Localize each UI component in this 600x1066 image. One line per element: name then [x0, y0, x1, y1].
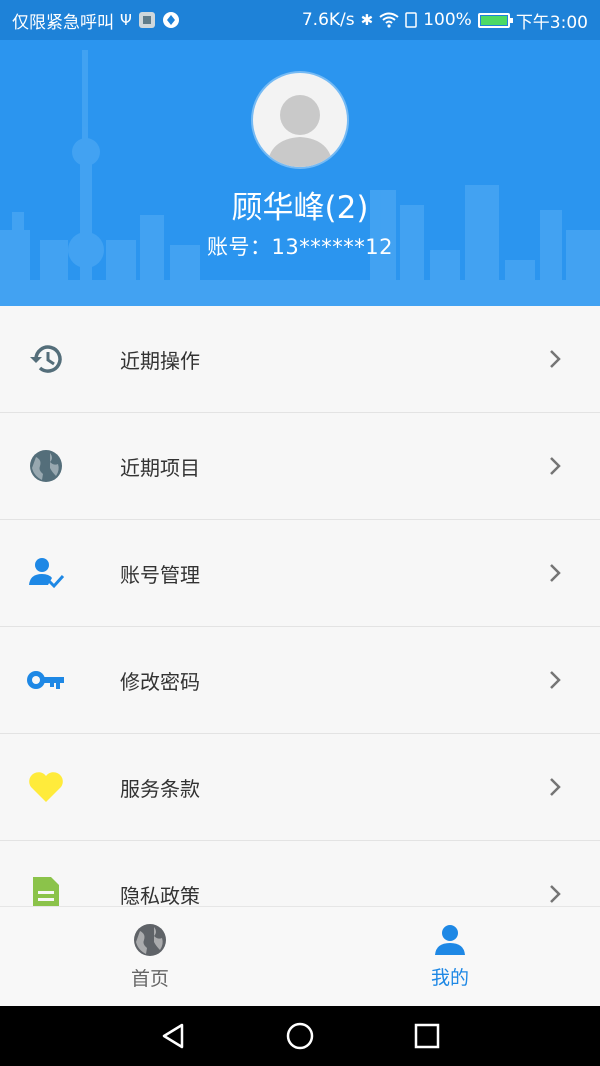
app-notification-icon	[138, 11, 156, 29]
clock: 下午3:00	[515, 12, 588, 33]
menu-item-recent-operations[interactable]: 近期操作	[0, 306, 600, 413]
sync-icon	[162, 11, 180, 29]
profile-header: 顾华峰(2) 账号：13******12	[0, 40, 600, 306]
chevron-right-icon	[550, 457, 561, 475]
menu-list: 近期操作 近期项目 账号管理 修改密码 服务条款 隐私政策	[0, 306, 600, 906]
home-button[interactable]	[280, 1016, 320, 1056]
chevron-right-icon	[550, 778, 561, 796]
status-bar: 仅限紧急呼叫 Ψ 7.6K/s ✱ 100% 下午3:00	[0, 0, 600, 40]
chevron-right-icon	[550, 885, 561, 903]
menu-label-privacy-policy: 隐私政策	[120, 883, 200, 907]
carrier-text: 仅限紧急呼叫	[12, 12, 114, 33]
status-left: 仅限紧急呼叫 Ψ	[12, 8, 180, 33]
menu-item-privacy-policy[interactable]: 隐私政策	[0, 841, 600, 906]
menu-label-account-management: 账号管理	[120, 562, 200, 587]
avatar[interactable]	[253, 73, 347, 167]
status-right: 7.6K/s ✱ 100% 下午3:00	[302, 8, 588, 33]
home-circle-icon	[286, 1022, 314, 1050]
recents-square-icon	[414, 1023, 439, 1049]
menu-item-terms-of-service[interactable]: 服务条款	[0, 734, 600, 841]
wifi-icon	[379, 12, 399, 28]
battery-icon	[477, 12, 513, 28]
network-speed: 7.6K/s	[301, 10, 355, 30]
chevron-right-icon	[550, 350, 561, 368]
menu-label-recent-projects: 近期项目	[120, 455, 200, 480]
chevron-right-icon	[550, 671, 561, 689]
profile-account: 账号：13******12	[207, 235, 393, 259]
tab-mine-label: 我的	[430, 967, 469, 989]
bluetooth-icon: ✱	[360, 11, 374, 29]
sim-icon	[405, 12, 417, 28]
globe-icon	[26, 446, 66, 486]
menu-label-change-password: 修改密码	[120, 669, 200, 694]
menu-label-terms-of-service: 服务条款	[120, 776, 200, 801]
bottom-nav: 首页 我的	[0, 906, 600, 1006]
globe-icon	[134, 924, 166, 956]
key-icon	[26, 660, 66, 700]
menu-item-change-password[interactable]: 修改密码	[0, 627, 600, 734]
chevron-right-icon	[550, 564, 561, 582]
user-check-icon	[26, 553, 66, 593]
document-icon	[26, 874, 66, 906]
battery-percent: 100%	[423, 10, 472, 30]
tab-home[interactable]: 首页	[0, 907, 300, 1006]
back-button[interactable]	[153, 1016, 193, 1056]
usb-icon: Ψ	[120, 11, 132, 29]
person-icon	[435, 925, 465, 955]
tab-mine[interactable]: 我的	[300, 907, 600, 1006]
recents-button[interactable]	[407, 1016, 447, 1056]
tab-home-label: 首页	[130, 968, 169, 990]
heart-icon	[26, 767, 66, 807]
menu-item-account-management[interactable]: 账号管理	[0, 520, 600, 627]
menu-item-recent-projects[interactable]: 近期项目	[0, 413, 600, 520]
history-icon	[26, 339, 66, 379]
menu-label-recent-operations: 近期操作	[120, 348, 200, 373]
system-nav-bar	[0, 1006, 600, 1066]
profile-name: 顾华峰(2)	[231, 190, 369, 226]
back-triangle-icon	[163, 1023, 184, 1049]
